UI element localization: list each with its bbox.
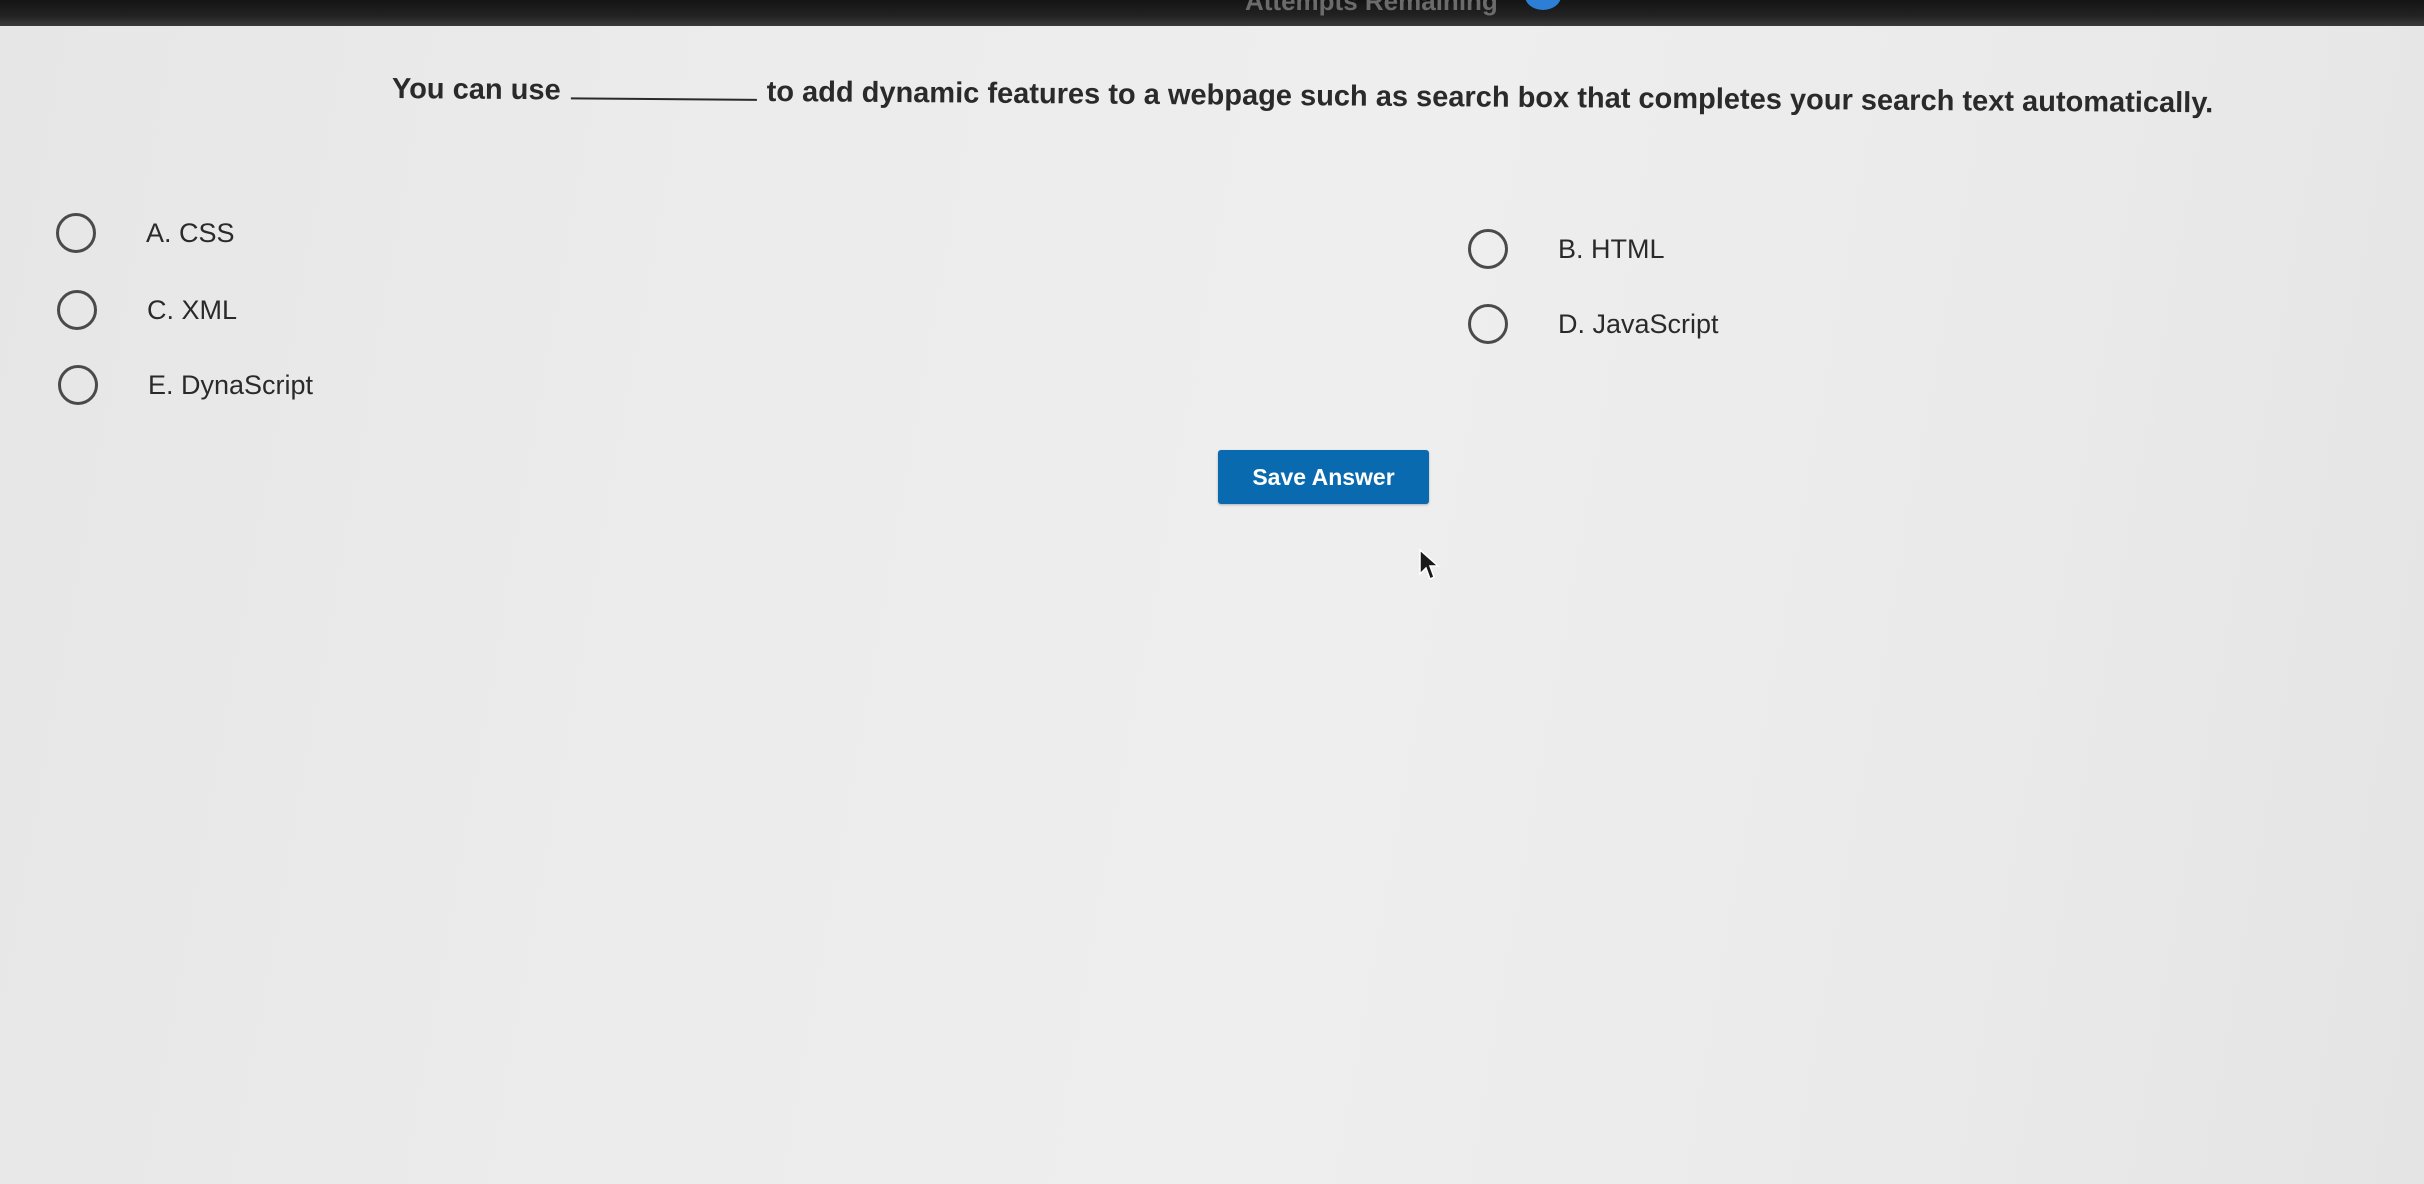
mouse-pointer-icon bbox=[1419, 548, 1440, 581]
option-label: B. HTML bbox=[1558, 233, 1665, 264]
option-d[interactable]: D. JavaScript bbox=[1468, 304, 1719, 344]
top-bar: Attempts Remaining bbox=[0, 0, 2424, 26]
attempts-remaining-text: Attempts Remaining bbox=[1245, 0, 1498, 16]
option-a[interactable]: A. CSS bbox=[56, 213, 235, 253]
radio-unchecked-icon[interactable] bbox=[56, 213, 96, 253]
radio-unchecked-icon[interactable] bbox=[1468, 304, 1508, 344]
option-e[interactable]: E. DynaScript bbox=[58, 365, 313, 405]
question-prefix: You can use bbox=[391, 73, 561, 107]
option-c[interactable]: C. XML bbox=[57, 290, 237, 330]
option-b[interactable]: B. HTML bbox=[1468, 229, 1665, 269]
option-label: E. DynaScript bbox=[148, 369, 314, 400]
radio-unchecked-icon[interactable] bbox=[1468, 229, 1508, 269]
question-suffix: to add dynamic features to a webpage suc… bbox=[766, 75, 2214, 120]
attempts-badge-icon bbox=[1525, 0, 1561, 10]
radio-unchecked-icon[interactable] bbox=[57, 290, 97, 330]
option-label: D. JavaScript bbox=[1558, 308, 1719, 339]
save-answer-button[interactable]: Save Answer bbox=[1218, 450, 1429, 504]
option-label: A. CSS bbox=[146, 217, 235, 248]
question-text: You can use to add dynamic features to a … bbox=[392, 66, 2282, 121]
option-label: C. XML bbox=[147, 294, 238, 325]
radio-unchecked-icon[interactable] bbox=[58, 365, 98, 405]
answer-blank bbox=[570, 67, 757, 101]
